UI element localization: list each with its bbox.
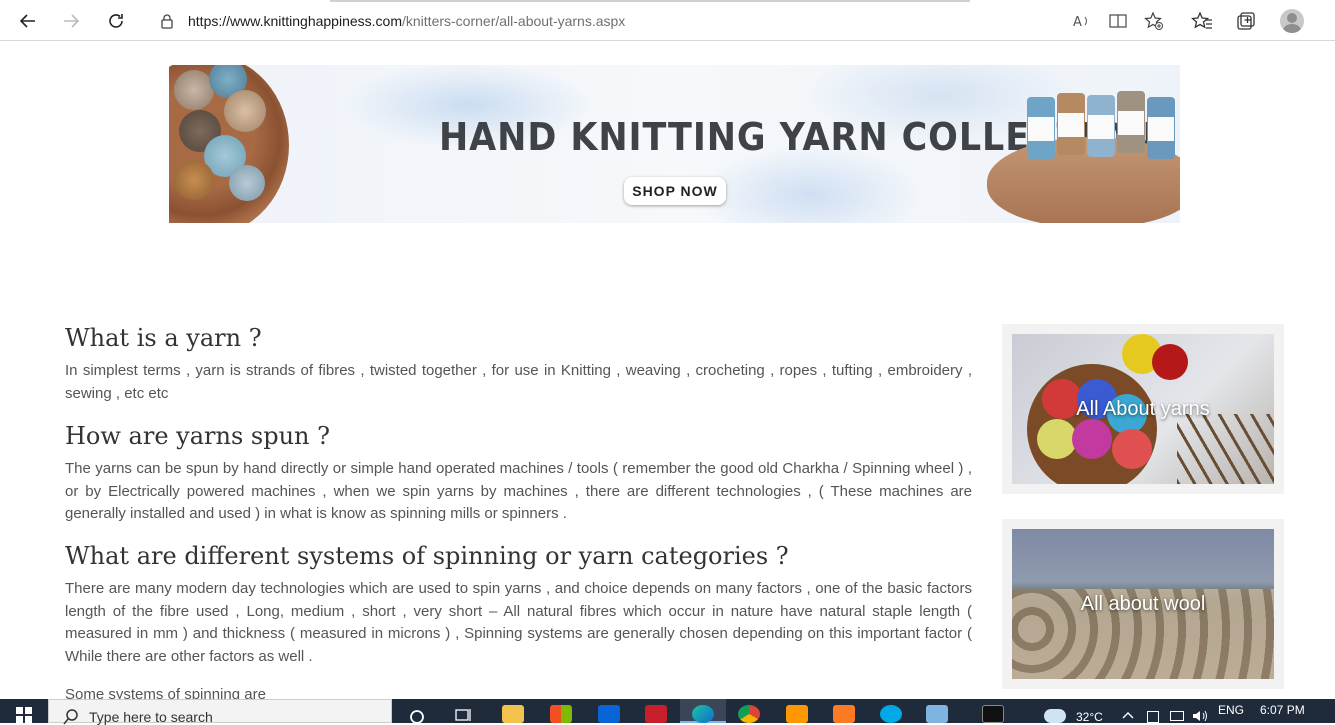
windows-taskbar: Type here to search 32°C ENG 6:07 PM	[0, 699, 1335, 725]
back-arrow-icon	[19, 14, 35, 28]
sheep-image: All about wool	[1012, 529, 1274, 679]
immersive-reader-icon[interactable]	[1108, 11, 1128, 31]
windows-start-icon[interactable]	[16, 707, 32, 723]
sublime-text-icon[interactable]	[786, 705, 808, 723]
promo-banner[interactable]: HAND KNITTING YARN COLLECTION SHOP NOW	[169, 65, 1180, 223]
language-indicator[interactable]: ENG	[1218, 703, 1244, 717]
address-bar[interactable]: https://www.knittinghappiness.com/knitte…	[143, 6, 1175, 36]
weather-temperature[interactable]: 32°C	[1076, 710, 1103, 724]
back-button[interactable]	[15, 8, 41, 34]
mail-icon[interactable]	[598, 705, 620, 723]
shop-now-button[interactable]: SHOP NOW	[624, 177, 726, 205]
yarn-ball-image	[174, 160, 214, 200]
clock-time[interactable]: 6:07 PM	[1260, 703, 1305, 717]
pen-app-icon[interactable]	[926, 705, 948, 723]
lock-icon	[161, 14, 173, 29]
url-text: https://www.knittinghappiness.com/knitte…	[188, 13, 625, 29]
edge-icon	[692, 705, 714, 723]
chevron-up-icon[interactable]	[1122, 711, 1134, 719]
read-aloud-icon[interactable]: A	[1071, 11, 1091, 31]
browser-toolbar: https://www.knittinghappiness.com/knitte…	[0, 0, 1335, 41]
device-icon[interactable]	[1147, 711, 1159, 723]
yarn-skein-image	[1117, 91, 1145, 153]
network-icon[interactable]	[1170, 711, 1184, 721]
card-title: All about wool	[1080, 592, 1206, 615]
edge-active-tab[interactable]	[680, 699, 726, 723]
forward-button[interactable]	[58, 8, 84, 34]
profile-avatar[interactable]	[1280, 9, 1304, 33]
chrome-icon[interactable]	[738, 705, 760, 723]
cortana-icon[interactable]	[408, 708, 426, 724]
favorites-icon[interactable]	[1191, 10, 1213, 32]
url-path: /knitters-corner/all-about-yarns.aspx	[402, 13, 626, 29]
volume-icon[interactable]	[1192, 709, 1208, 723]
yarn-skein-image	[1147, 97, 1175, 159]
svg-text:A: A	[1073, 15, 1082, 30]
yarn-skein-image	[1087, 95, 1115, 157]
page-load-indicator	[330, 0, 970, 2]
paragraph-how-yarns-spun: The yarns can be spun by hand directly o…	[65, 460, 972, 522]
forward-arrow-icon	[64, 14, 80, 28]
task-view-icon[interactable]	[454, 707, 474, 723]
refresh-icon	[109, 14, 123, 28]
refresh-button[interactable]	[103, 8, 129, 34]
yarns-image: All About yarns	[1012, 334, 1274, 484]
filezilla-icon[interactable]	[645, 705, 667, 723]
card-all-about-wool[interactable]: All about wool	[1002, 519, 1284, 689]
card-all-about-yarns[interactable]: All About yarns	[1002, 324, 1284, 494]
microsoft-store-icon[interactable]	[550, 705, 572, 723]
heading-spinning-systems: What are different systems of spinning o…	[65, 542, 789, 570]
terminal-icon[interactable]	[982, 705, 1004, 723]
yarn-skein-image	[1027, 97, 1055, 159]
card-title: All About yarns	[1076, 397, 1210, 420]
collections-icon[interactable]	[1235, 10, 1257, 32]
url-domain: https://www.knittinghappiness.com	[188, 13, 402, 29]
paragraph-spinning-systems: There are many modern day technologies w…	[65, 580, 972, 665]
yarn-ball-image	[229, 165, 265, 201]
yarn-ball-image	[224, 90, 266, 132]
add-favorite-icon[interactable]	[1144, 11, 1164, 31]
file-explorer-icon[interactable]	[502, 705, 524, 723]
taskbar-search[interactable]: Type here to search	[48, 699, 392, 725]
weather-icon[interactable]	[1044, 709, 1066, 723]
skype-icon[interactable]	[880, 705, 902, 723]
yarn-skein-image	[1057, 93, 1085, 155]
xampp-icon[interactable]	[833, 705, 855, 723]
heading-how-yarns-spun: How are yarns spun ?	[65, 422, 330, 450]
heading-what-is-yarn: What is a yarn ?	[65, 324, 262, 352]
paragraph-what-is-yarn: In simplest terms , yarn is strands of f…	[65, 362, 972, 402]
yarn-ball-image	[174, 70, 214, 110]
